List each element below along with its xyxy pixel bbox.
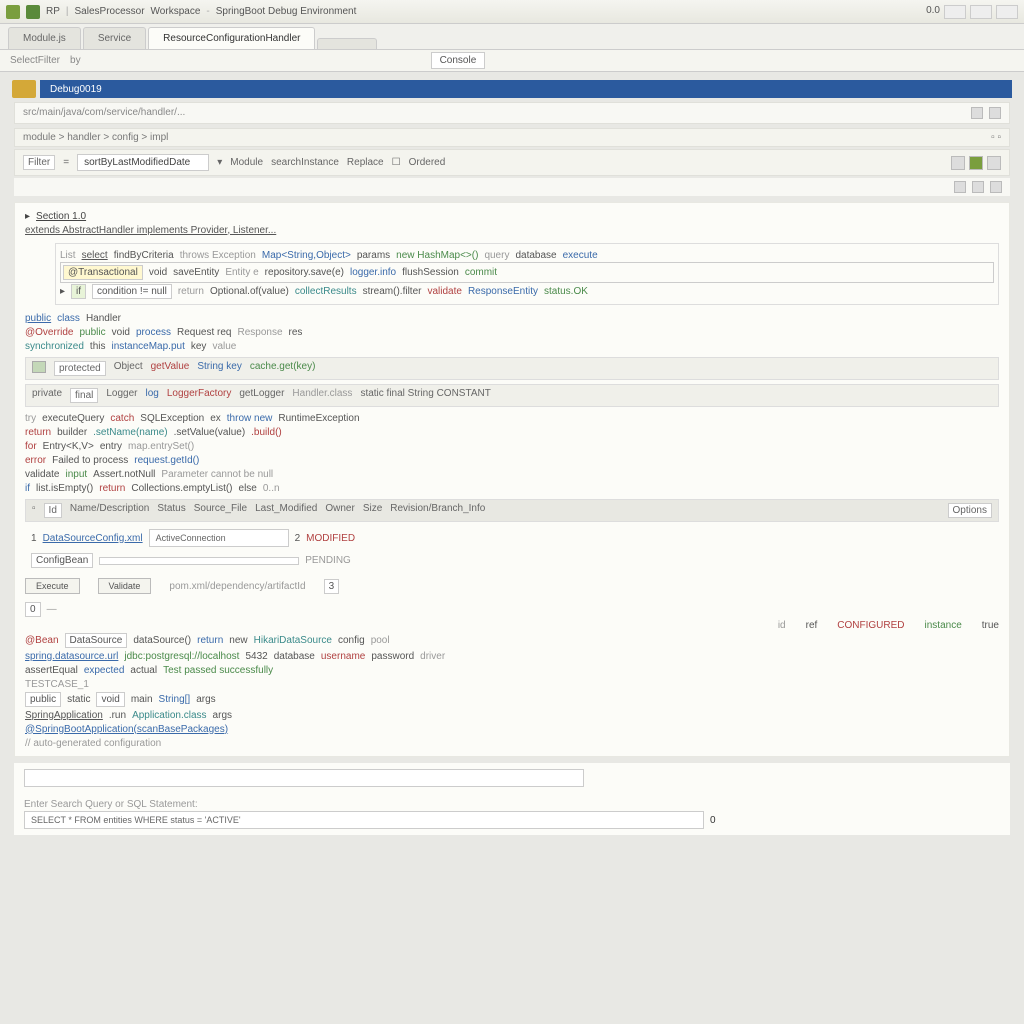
- app-icon-2: [26, 5, 40, 19]
- sub-breadcrumb: module > handler > config > impl: [23, 132, 168, 143]
- bc-icon-1[interactable]: [971, 107, 983, 119]
- col-4[interactable]: Source_File: [194, 503, 247, 518]
- filter-label[interactable]: Filter: [23, 155, 55, 170]
- query-input[interactable]: SELECT * FROM entities WHERE status = 'A…: [24, 811, 704, 829]
- banner-text: Debug0019: [50, 84, 102, 95]
- doc-title-2: Workspace: [151, 6, 201, 17]
- row-2-box[interactable]: ConfigBean: [31, 553, 93, 568]
- filter-search[interactable]: searchInstance: [271, 157, 339, 168]
- table-row-link[interactable]: DataSourceConfig.xml: [43, 533, 143, 544]
- sub-bc-icon[interactable]: ▫ ▫: [991, 132, 1001, 143]
- thin-icon-2[interactable]: [972, 181, 984, 193]
- col-1[interactable]: Id: [44, 503, 62, 518]
- thin-toolbar: [14, 178, 1010, 196]
- col-5[interactable]: Last_Modified: [255, 503, 317, 518]
- col-7[interactable]: Size: [363, 503, 382, 518]
- app-name: RP: [46, 6, 60, 17]
- app-icon: [6, 5, 20, 19]
- col-2[interactable]: Name/Description: [70, 503, 149, 518]
- filter-module[interactable]: Module: [230, 157, 263, 168]
- folder-icon[interactable]: [12, 80, 36, 98]
- table-header: ▫ Id Name/Description Status Source_File…: [25, 499, 999, 522]
- filter-bar: Filter = sortByLastModifiedDate ▾ Module…: [14, 149, 1010, 176]
- query-count: 0: [710, 815, 716, 826]
- col-3[interactable]: Status: [157, 503, 185, 518]
- doc-title-3: SpringBoot Debug Environment: [216, 6, 357, 17]
- tab-1[interactable]: Module.js: [8, 27, 81, 49]
- close-button[interactable]: [996, 5, 1018, 19]
- view-icon-1[interactable]: [951, 156, 965, 170]
- col-options[interactable]: Options: [948, 503, 992, 518]
- row-input-1[interactable]: ActiveConnection: [149, 529, 289, 547]
- main-content: ▸Section 1.0 extends AbstractHandler imp…: [14, 202, 1010, 757]
- title-right: 0.0: [926, 5, 940, 19]
- filter-select[interactable]: sortByLastModifiedDate: [77, 154, 209, 171]
- view-icon-2[interactable]: [969, 156, 983, 170]
- execute-button[interactable]: Execute: [25, 578, 80, 594]
- info-bar-1: protectedObjectgetValueString keycache.g…: [25, 357, 999, 380]
- minimize-button[interactable]: [944, 5, 966, 19]
- info-bar-2: privatefinalLoggerlogLoggerFactorygetLog…: [25, 384, 999, 407]
- tab-3[interactable]: ResourceConfigurationHandler: [148, 27, 315, 49]
- banner: Debug0019: [40, 80, 1012, 98]
- section-sub: extends AbstractHandler implements Provi…: [25, 225, 276, 236]
- thin-icon-3[interactable]: [990, 181, 1002, 193]
- validate-button[interactable]: Validate: [98, 578, 152, 594]
- bc-icon-2[interactable]: [989, 107, 1001, 119]
- tab-row: Module.js Service ResourceConfigurationH…: [0, 24, 1024, 50]
- search-label: Enter Search Query or SQL Statement:: [24, 799, 198, 810]
- filter-ordered[interactable]: Ordered: [409, 157, 446, 168]
- toolbar: SelectFilter by Console: [0, 50, 1024, 72]
- thin-icon-1[interactable]: [954, 181, 966, 193]
- tool-label-1[interactable]: SelectFilter: [10, 55, 60, 66]
- info-icon: [32, 361, 46, 373]
- section-header[interactable]: Section 1.0: [36, 211, 86, 222]
- bottom-section: Enter Search Query or SQL Statement: SEL…: [14, 763, 1010, 835]
- view-icon-3[interactable]: [987, 156, 1001, 170]
- doc-title-1: SalesProcessor: [75, 6, 145, 17]
- tab-4[interactable]: [317, 38, 377, 49]
- maximize-button[interactable]: [970, 5, 992, 19]
- titlebar: RP | SalesProcessor Workspace - SpringBo…: [0, 0, 1024, 24]
- row-input-2[interactable]: [99, 557, 299, 565]
- col-6[interactable]: Owner: [325, 503, 354, 518]
- tool-label-2: by: [70, 55, 81, 66]
- tab-2[interactable]: Service: [83, 27, 146, 49]
- col-8[interactable]: Revision/Branch_Info: [390, 503, 485, 518]
- breadcrumb[interactable]: src/main/java/com/service/handler/...: [23, 107, 185, 119]
- console-chip[interactable]: Console: [431, 52, 486, 69]
- search-box-1[interactable]: [24, 769, 584, 787]
- filter-replace[interactable]: Replace: [347, 157, 384, 168]
- breadcrumb-bar: src/main/java/com/service/handler/...: [14, 102, 1010, 124]
